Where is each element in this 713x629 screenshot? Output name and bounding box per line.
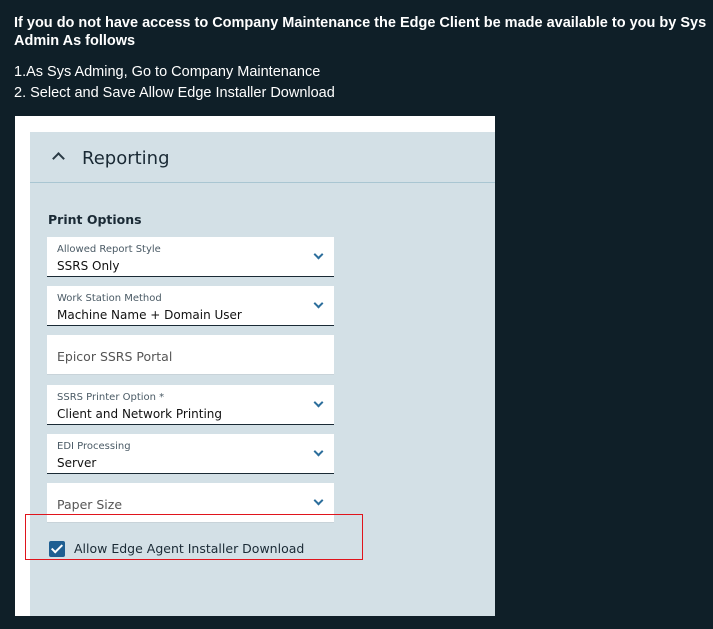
field-value: Client and Network Printing — [57, 407, 223, 421]
panel-title: Reporting — [82, 148, 170, 169]
instructions-title: If you do not have access to Company Mai… — [14, 15, 707, 49]
chevron-up-icon[interactable] — [52, 152, 65, 165]
field-placeholder: Epicor SSRS Portal — [57, 349, 173, 364]
field-value: SSRS Only — [57, 259, 120, 273]
field-label: Allowed Report Style — [57, 244, 161, 255]
chevron-down-icon[interactable] — [313, 446, 324, 457]
chevron-down-icon[interactable] — [313, 397, 324, 408]
chevron-down-icon[interactable] — [313, 495, 324, 506]
step-1: 1.As Sys Adming, Go to Company Maintenan… — [14, 64, 321, 80]
ssrs-printer-option-select[interactable]: SSRS Printer Option * Client and Network… — [47, 385, 334, 425]
field-value: Server — [57, 456, 97, 470]
allowed-report-style-select[interactable]: Allowed Report Style SSRS Only — [47, 237, 334, 277]
chevron-down-icon[interactable] — [313, 249, 324, 260]
reporting-panel-header[interactable]: Reporting — [30, 132, 495, 183]
step-2: 2. Select and Save Allow Edge Installer … — [14, 85, 335, 101]
field-label: EDI Processing — [57, 441, 131, 452]
print-options-label: Print Options — [48, 212, 142, 227]
instructions-steps: 1.As Sys Adming, Go to Company Maintenan… — [14, 62, 335, 104]
epicor-ssrs-portal-field[interactable]: Epicor SSRS Portal — [47, 335, 334, 375]
field-placeholder: Paper Size — [57, 497, 123, 512]
work-station-method-select[interactable]: Work Station Method Machine Name + Domai… — [47, 286, 334, 326]
edi-processing-select[interactable]: EDI Processing Server — [47, 434, 334, 474]
highlight-box — [25, 514, 363, 560]
field-label: Work Station Method — [57, 293, 162, 304]
field-value: Machine Name + Domain User — [57, 308, 242, 322]
field-label: SSRS Printer Option * — [57, 392, 165, 403]
chevron-down-icon[interactable] — [313, 298, 324, 309]
